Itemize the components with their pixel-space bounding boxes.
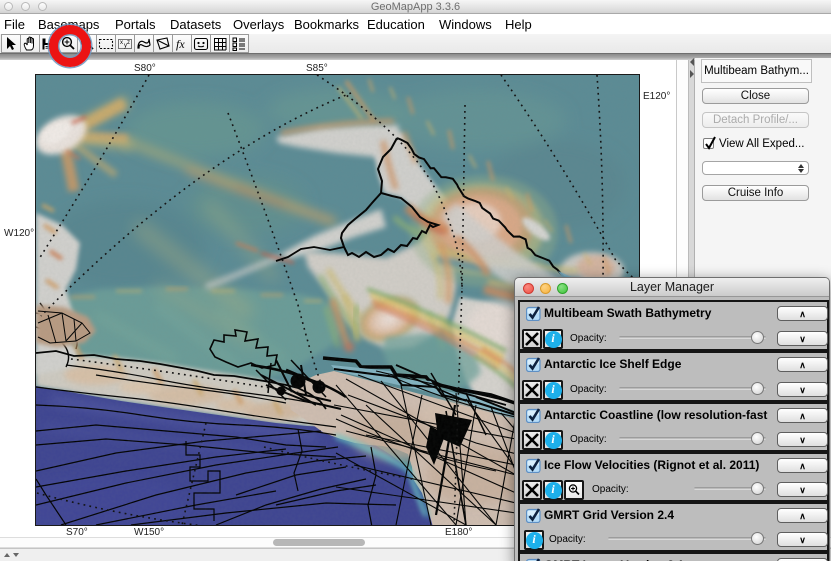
svg-text:fx: fx [176,37,185,51]
svg-text:x: x [120,40,123,46]
svg-text:z: z [127,40,130,46]
